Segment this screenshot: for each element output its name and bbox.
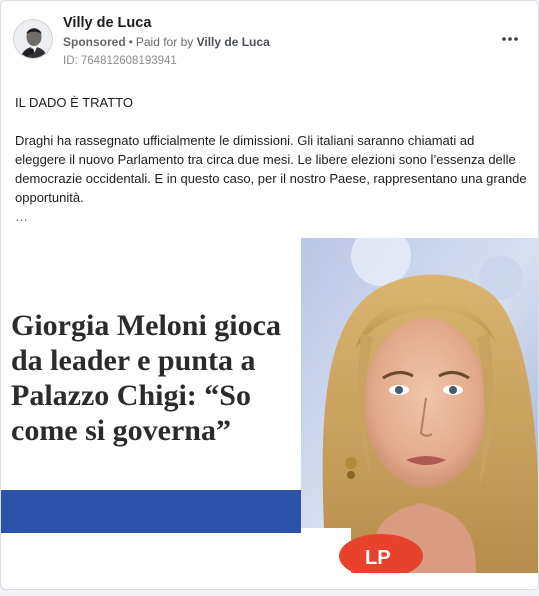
post-header: Villy de Luca Sponsored • Paid for by Vill… (1, 1, 538, 81)
image-headline: Giorgia Meloni gioca da leader e punta a… (11, 309, 281, 447)
profile-avatar[interactable] (13, 19, 53, 59)
post-title: IL DADO È TRATTO (15, 95, 133, 110)
payer-name[interactable]: Villy de Luca (197, 35, 270, 49)
image-blue-band (1, 490, 306, 533)
post-text: IL DADO È TRATTO Draghi ha rassegnato uf… (15, 93, 527, 226)
ad-id: ID: 764812608193941 (63, 55, 177, 67)
see-more-ellipsis[interactable]: … (15, 207, 527, 226)
ad-post-card: Villy de Luca Sponsored • Paid for by Vill… (0, 0, 539, 590)
more-options-button[interactable] (498, 27, 522, 51)
more-horizontal-icon (502, 37, 518, 41)
portrait-photo: LP (301, 238, 538, 573)
separator-dot: • (128, 35, 133, 49)
ad-image[interactable]: Giorgia Meloni gioca da leader e punta a… (1, 238, 538, 573)
microphone-label: LP (365, 547, 391, 569)
page-name[interactable]: Villy de Luca (63, 15, 151, 31)
sponsor-line: Sponsored • Paid for by Villy de Luca (63, 35, 270, 49)
sponsored-label: Sponsored (63, 35, 126, 49)
avatar-portrait (14, 20, 52, 58)
post-body: Draghi ha rassegnato ufficialmente le di… (15, 133, 527, 205)
paid-for-prefix: Paid for by (135, 35, 194, 49)
